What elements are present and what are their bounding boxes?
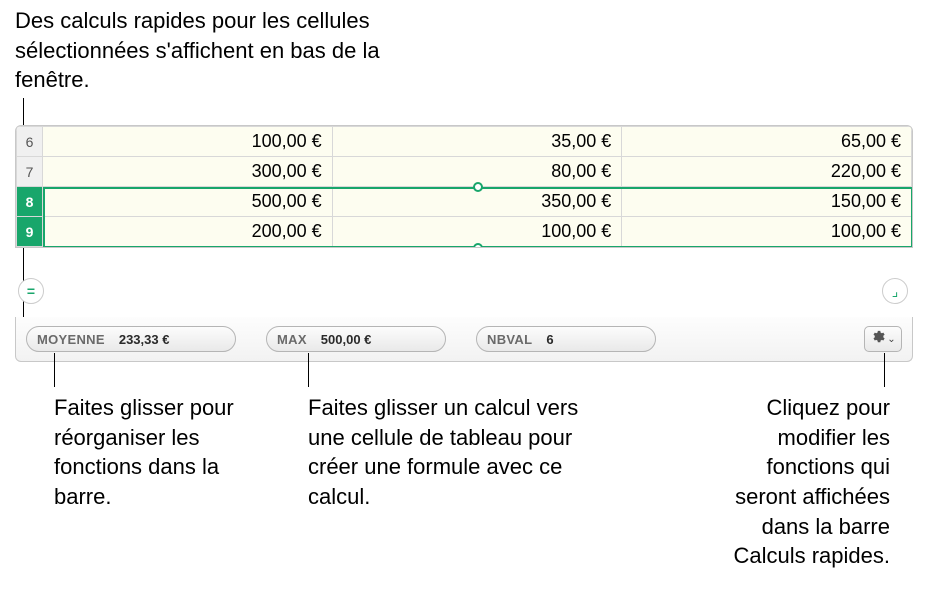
cell[interactable]: 500,00 €: [43, 187, 333, 217]
row-header[interactable]: 9: [17, 217, 43, 247]
quickcalc-value: 233,33 €: [119, 332, 170, 347]
callout-middle: Faites glisser un calcul vers une cellul…: [308, 393, 588, 512]
quick-calc-bar: MOYENNE 233,33 € MAX 500,00 € NBVAL 6 ⌄: [15, 317, 913, 362]
quickcalc-pill-max[interactable]: MAX 500,00 €: [266, 326, 446, 352]
cell[interactable]: 65,00 €: [622, 127, 912, 157]
cell[interactable]: 350,00 €: [332, 187, 622, 217]
gear-icon: [870, 329, 885, 349]
row-header[interactable]: 8: [17, 187, 43, 217]
cell[interactable]: 35,00 €: [332, 127, 622, 157]
callout-line-left: [54, 353, 55, 387]
quickcalc-label: MAX: [277, 332, 307, 347]
cell[interactable]: 100,00 €: [622, 217, 912, 247]
callout-top: Des calculs rapides pour les cellules sé…: [15, 6, 415, 95]
callout-right: Cliquez pour modifier les fonctions qui …: [700, 393, 890, 571]
quickcalc-label: NBVAL: [487, 332, 532, 347]
cell[interactable]: 80,00 €: [332, 157, 622, 187]
quickcalc-pill-moyenne[interactable]: MOYENNE 233,33 €: [26, 326, 236, 352]
table-row[interactable]: 9200,00 €100,00 €100,00 €: [17, 217, 912, 247]
cell[interactable]: 220,00 €: [622, 157, 912, 187]
table-row[interactable]: 8500,00 €350,00 €150,00 €: [17, 187, 912, 217]
callout-line-right: [884, 353, 885, 387]
row-header[interactable]: 7: [17, 157, 43, 187]
table-row[interactable]: 7300,00 €80,00 €220,00 €: [17, 157, 912, 187]
cell[interactable]: 100,00 €: [332, 217, 622, 247]
cell[interactable]: 100,00 €: [43, 127, 333, 157]
row-header[interactable]: 6: [17, 127, 43, 157]
callout-left: Faites glisser pour réorganiser les fonc…: [54, 393, 264, 512]
quickcalc-label: MOYENNE: [37, 332, 105, 347]
corner-button[interactable]: ⌟: [882, 278, 908, 304]
quickcalc-value: 6: [546, 332, 553, 347]
quickcalc-value: 500,00 €: [321, 332, 372, 347]
quickcalc-pill-nbval[interactable]: NBVAL 6: [476, 326, 656, 352]
quickcalc-settings-button[interactable]: ⌄: [864, 326, 902, 352]
cell[interactable]: 200,00 €: [43, 217, 333, 247]
cell[interactable]: 150,00 €: [622, 187, 912, 217]
table-row[interactable]: 6100,00 €35,00 €65,00 €: [17, 127, 912, 157]
callout-line-middle: [308, 353, 309, 387]
cell[interactable]: 300,00 €: [43, 157, 333, 187]
equals-button[interactable]: =: [18, 278, 44, 304]
spreadsheet-table[interactable]: 6100,00 €35,00 €65,00 €7300,00 €80,00 €2…: [15, 125, 913, 248]
chevron-down-icon: ⌄: [887, 334, 895, 345]
